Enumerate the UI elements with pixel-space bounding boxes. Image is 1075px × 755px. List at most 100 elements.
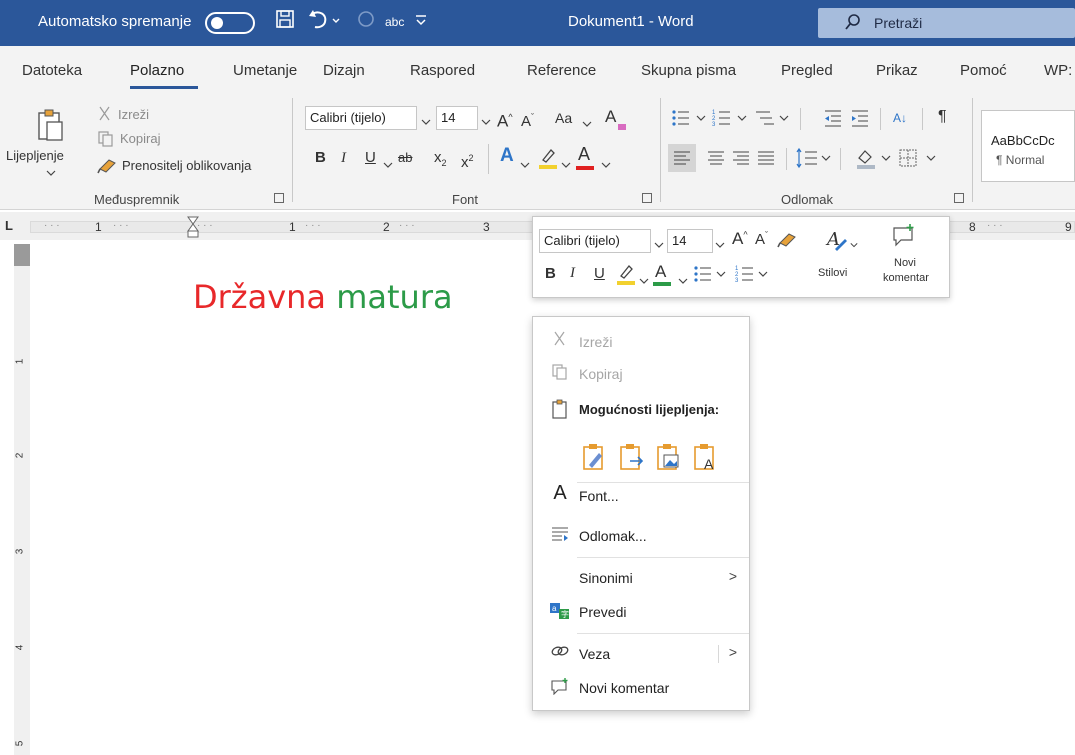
- superscript-button[interactable]: x2: [461, 148, 474, 173]
- bullets-icon[interactable]: [671, 108, 711, 133]
- bold-button[interactable]: B: [315, 148, 326, 168]
- document-word-green[interactable]: matura: [336, 278, 452, 316]
- clipboard-launcher-icon[interactable]: [274, 193, 284, 203]
- autosave-toggle[interactable]: [205, 12, 255, 34]
- undo-icon[interactable]: [307, 8, 341, 38]
- highlight-icon[interactable]: [537, 146, 559, 175]
- paste-label[interactable]: Lijepljenje: [6, 148, 64, 163]
- mini-styles-icon[interactable]: A: [825, 227, 849, 258]
- tab-reference[interactable]: Reference: [527, 62, 596, 79]
- font-size-dropdown-icon[interactable]: [481, 113, 491, 131]
- menu-item-synonyms[interactable]: Sinonimi >: [533, 563, 749, 593]
- menu-item-new-comment[interactable]: Novi komentar: [533, 673, 749, 703]
- mini-styles-label[interactable]: Stilovi: [818, 267, 847, 279]
- numbering-icon[interactable]: 123: [712, 108, 752, 133]
- paste-merge-formatting-icon[interactable]: [618, 443, 646, 477]
- save-icon[interactable]: [275, 8, 295, 38]
- tab-wps[interactable]: WP:: [1044, 62, 1072, 79]
- menu-item-copy[interactable]: Kopiraj: [533, 359, 749, 389]
- document-text[interactable]: Državna matura: [193, 278, 453, 316]
- align-left-button[interactable]: [668, 144, 696, 172]
- search-box[interactable]: Pretraži: [818, 8, 1075, 38]
- copy-label[interactable]: Kopiraj: [120, 131, 160, 146]
- mini-font-size-dropdown-icon[interactable]: [715, 236, 725, 254]
- font-name-dropdown-icon[interactable]: [421, 113, 431, 131]
- tab-raspored[interactable]: Raspored: [410, 62, 475, 79]
- change-case-dropdown-icon[interactable]: [582, 115, 592, 133]
- font-launcher-icon[interactable]: [642, 193, 652, 203]
- tab-dizajn[interactable]: Dizajn: [323, 62, 365, 79]
- paste-text-only-icon[interactable]: A: [692, 443, 720, 477]
- mini-new-comment-label-2[interactable]: komentar: [883, 272, 929, 284]
- font-color-dropdown-icon[interactable]: [601, 156, 611, 174]
- decrease-indent-icon[interactable]: [823, 108, 843, 133]
- highlight-dropdown-icon[interactable]: [561, 156, 571, 174]
- italic-button[interactable]: I: [341, 148, 346, 168]
- paste-keep-formatting-icon[interactable]: [581, 443, 607, 477]
- clear-formatting-icon[interactable]: A: [605, 107, 616, 127]
- format-painter-label[interactable]: Prenositelj oblikovanja: [122, 158, 251, 173]
- style-normal-card[interactable]: AaBbCcDc ¶ Normal: [981, 110, 1075, 182]
- tab-pregled[interactable]: Pregled: [781, 62, 833, 79]
- tab-umetanje[interactable]: Umetanje: [233, 62, 297, 79]
- indent-marker-icon[interactable]: [186, 216, 200, 243]
- align-right-icon[interactable]: [727, 144, 755, 177]
- text-effects-icon[interactable]: A: [500, 146, 514, 166]
- menu-item-link[interactable]: Veza >: [533, 639, 749, 669]
- mini-font-size-combo[interactable]: 14: [667, 229, 713, 253]
- font-color-icon[interactable]: A: [578, 144, 590, 164]
- mini-grow-font-icon[interactable]: A^: [732, 229, 748, 249]
- customize-icon[interactable]: [414, 8, 428, 37]
- mini-font-name-dropdown-icon[interactable]: [654, 236, 664, 254]
- tab-selector[interactable]: L: [5, 218, 13, 233]
- document-word-red[interactable]: Državna: [193, 278, 326, 316]
- subscript-button[interactable]: x2: [434, 148, 447, 173]
- line-spacing-icon[interactable]: [795, 146, 833, 175]
- paragraph-launcher-icon[interactable]: [954, 193, 964, 203]
- menu-item-translate[interactable]: a字 Prevedi: [533, 597, 749, 627]
- font-size-combo[interactable]: 14: [436, 106, 478, 130]
- multilevel-list-icon[interactable]: [754, 108, 794, 133]
- justify-icon[interactable]: [752, 144, 780, 177]
- paste-picture-icon[interactable]: [655, 443, 683, 477]
- shading-icon[interactable]: [855, 146, 895, 175]
- mini-font-color-dropdown-icon[interactable]: [678, 272, 688, 290]
- grow-font-icon[interactable]: A^: [497, 107, 513, 132]
- text-effects-dropdown-icon[interactable]: [520, 156, 530, 174]
- mini-highlight-dropdown-icon[interactable]: [639, 272, 649, 290]
- strikethrough-button[interactable]: ab: [398, 148, 412, 168]
- mini-bold-button[interactable]: B: [545, 265, 556, 282]
- spelling-icon[interactable]: abc: [385, 8, 404, 36]
- mini-shrink-font-icon[interactable]: Aˇ: [755, 230, 768, 248]
- menu-item-paragraph[interactable]: Odlomak...: [533, 521, 749, 551]
- borders-icon[interactable]: [897, 146, 945, 175]
- mini-highlight-icon[interactable]: [615, 262, 637, 291]
- increase-indent-icon[interactable]: [850, 108, 870, 133]
- tab-datoteka[interactable]: Datoteka: [22, 62, 82, 79]
- align-center-icon[interactable]: [702, 144, 730, 177]
- mini-font-color-icon[interactable]: A: [655, 262, 666, 282]
- mini-underline-button[interactable]: U: [594, 265, 605, 282]
- mini-format-painter-icon[interactable]: [777, 229, 799, 254]
- chevron-right-icon[interactable]: >: [729, 644, 737, 660]
- redo-icon[interactable]: [355, 8, 377, 38]
- tab-prikaz[interactable]: Prikaz: [876, 62, 918, 79]
- paste-icon[interactable]: [36, 108, 64, 147]
- menu-item-font[interactable]: A Font...: [533, 481, 749, 511]
- mini-new-comment-icon[interactable]: [891, 223, 917, 252]
- shrink-font-icon[interactable]: Aˇ: [521, 107, 534, 132]
- change-case-button[interactable]: Aa: [555, 108, 572, 128]
- mini-new-comment-label-1[interactable]: Novi: [894, 257, 916, 269]
- mini-numbering-icon[interactable]: 123: [735, 264, 775, 289]
- font-name-combo[interactable]: Calibri (tijelo): [305, 106, 417, 130]
- show-formatting-icon[interactable]: ¶: [938, 107, 947, 127]
- paste-dropdown-icon[interactable]: [46, 164, 56, 182]
- tab-pomoc[interactable]: Pomoć: [960, 62, 1007, 79]
- menu-item-cut[interactable]: Izreži: [533, 327, 749, 357]
- mini-styles-dropdown-icon[interactable]: [850, 236, 858, 254]
- mini-bullets-icon[interactable]: [693, 264, 729, 289]
- mini-font-name-combo[interactable]: Calibri (tijelo): [539, 229, 651, 253]
- underline-button[interactable]: U: [365, 148, 376, 168]
- mini-italic-button[interactable]: I: [570, 265, 575, 282]
- cut-label[interactable]: Izreži: [118, 107, 149, 122]
